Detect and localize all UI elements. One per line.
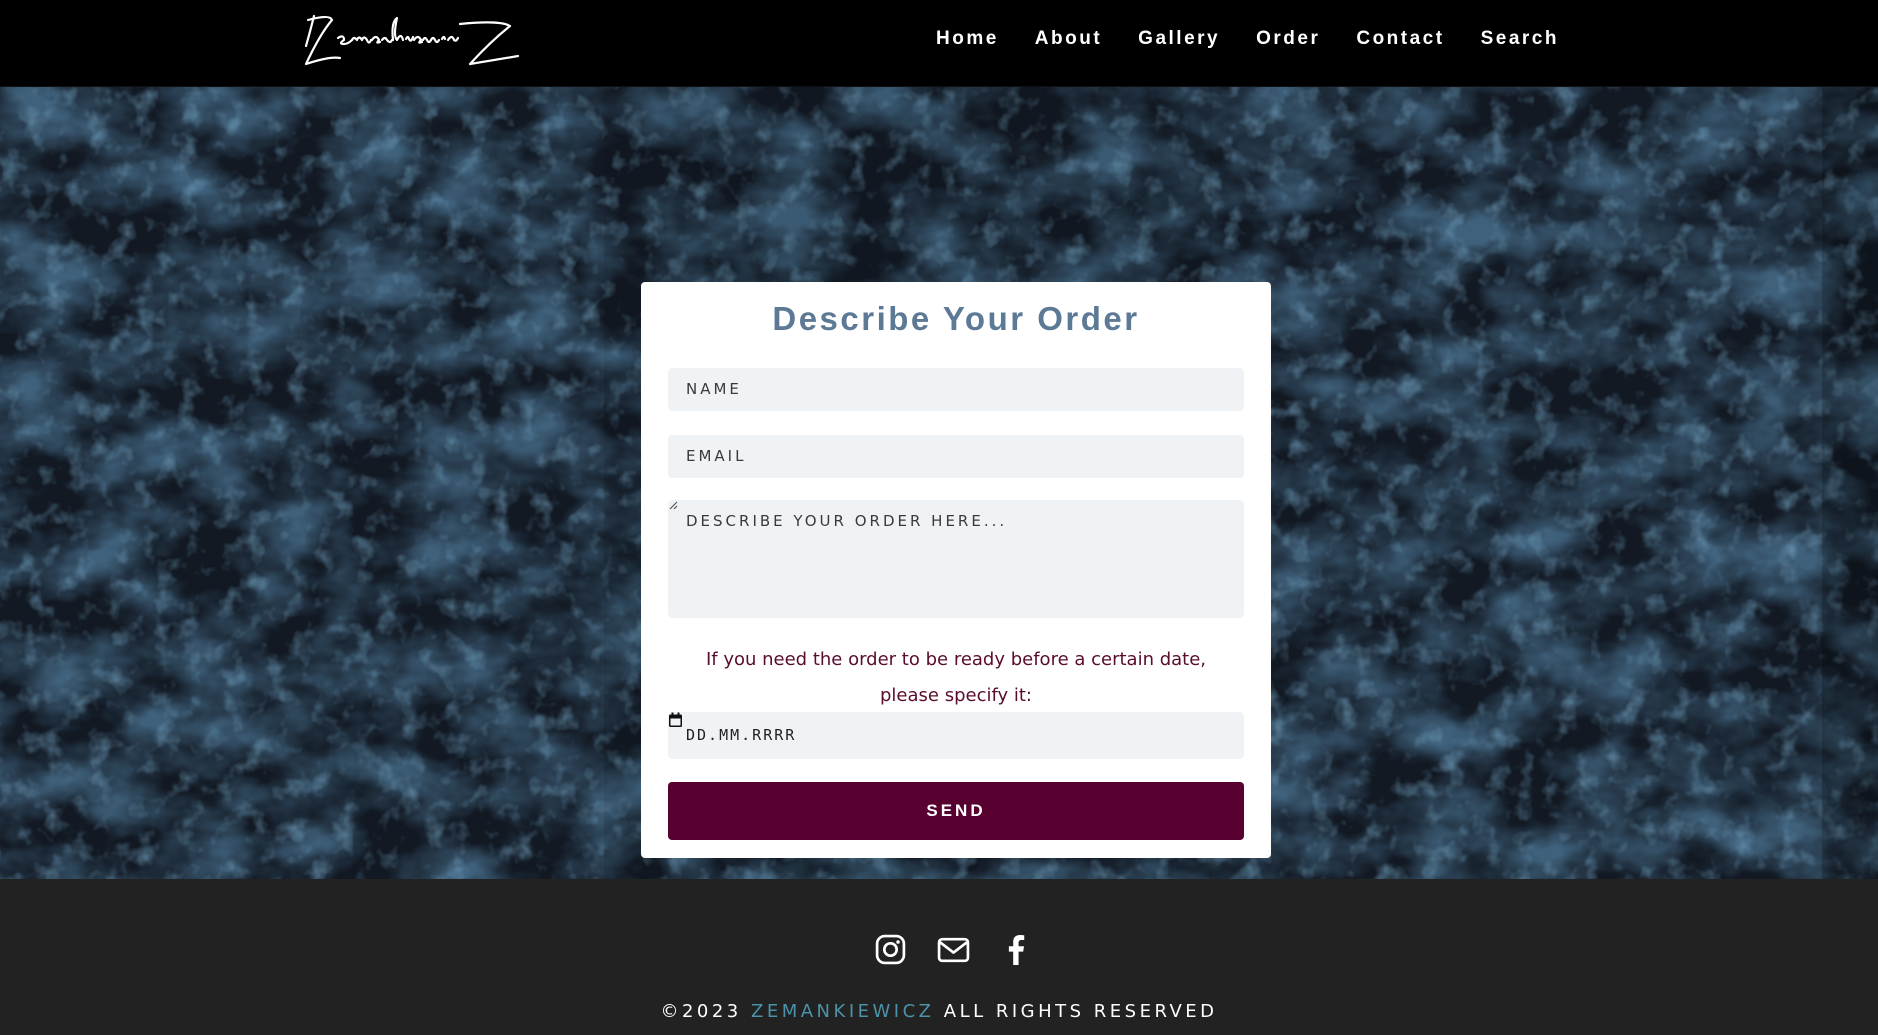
order-form-card: Describe Your Order NAME EMAIL DESCRIBE …	[641, 282, 1271, 858]
form-title: Describe Your Order	[772, 300, 1140, 337]
date-hint-text: If you need the order to be ready before…	[705, 649, 1207, 706]
order-description-textarea[interactable]: DESCRIBE YOUR ORDER HERE...	[668, 500, 1244, 618]
social-links	[874, 933, 1033, 966]
hero-background: Describe Your Order NAME EMAIL DESCRIBE …	[0, 87, 1878, 879]
email-placeholder: EMAIL	[686, 447, 747, 465]
copyright-suffix: ALL RIGHTS RESERVED	[943, 1001, 1218, 1022]
site-logo[interactable]	[300, 12, 522, 74]
send-button[interactable]: SEND	[668, 782, 1244, 840]
facebook-icon[interactable]	[1000, 933, 1033, 966]
mail-icon[interactable]	[937, 933, 970, 966]
footer: ©2023 ZEMANKIEWICZ ALL RIGHTS RESERVED	[0, 879, 1878, 1035]
nav-contact-link[interactable]: Contact	[1356, 28, 1444, 58]
date-input[interactable]: DD.MM.RRRR	[668, 712, 1244, 759]
email-input[interactable]: EMAIL	[668, 435, 1244, 478]
date-placeholder: DD.MM.RRRR	[686, 726, 797, 744]
copyright-text: ©2023 ZEMANKIEWICZ ALL RIGHTS RESERVED	[0, 1001, 1878, 1022]
nav-home-link[interactable]: Home	[936, 28, 999, 58]
navbar: Home About Gallery Order Contact Search	[0, 0, 1878, 87]
instagram-icon[interactable]	[874, 933, 907, 966]
copyright-prefix: ©2023	[660, 1001, 742, 1022]
description-placeholder: DESCRIBE YOUR ORDER HERE...	[686, 512, 1008, 530]
copyright-brand[interactable]: ZEMANKIEWICZ	[751, 1001, 935, 1022]
nav-order-link[interactable]: Order	[1256, 28, 1320, 58]
nav-gallery-link[interactable]: Gallery	[1138, 28, 1220, 58]
name-placeholder: NAME	[686, 380, 742, 398]
resize-handle-icon[interactable]	[668, 500, 678, 510]
nav-search-link[interactable]: Search	[1481, 28, 1559, 58]
send-button-label: SEND	[926, 801, 986, 820]
nav-about-link[interactable]: About	[1035, 28, 1102, 58]
name-input[interactable]: NAME	[668, 368, 1244, 411]
nav-menu: Home About Gallery Order Contact Search	[918, 28, 1577, 58]
calendar-icon[interactable]	[668, 712, 683, 728]
